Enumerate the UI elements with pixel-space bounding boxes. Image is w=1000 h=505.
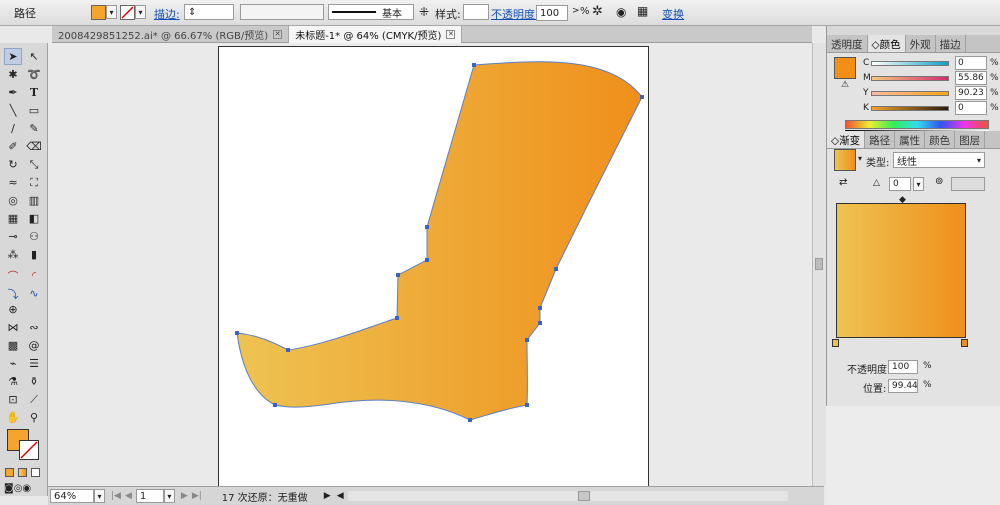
k-value[interactable]: 0 — [955, 101, 987, 115]
angle-dropdown[interactable]: ▾ — [913, 177, 924, 191]
c-slider[interactable] — [871, 60, 949, 66]
aspect-field[interactable] — [951, 177, 985, 191]
aspect-icon: ⊚ — [935, 176, 944, 187]
gradient-preview-swatch[interactable] — [834, 149, 856, 171]
zoom-field[interactable]: 64% — [50, 489, 94, 503]
location-field[interactable]: 99.44 — [888, 379, 918, 393]
location-label: 位置: — [863, 384, 887, 395]
channel-k: K 0 % — [863, 101, 999, 115]
tab-appearance[interactable]: 外观 — [906, 35, 936, 52]
page-field[interactable]: 1 — [135, 489, 164, 503]
scroll-left-icon[interactable]: ◀ — [337, 491, 344, 501]
scroll-thumb[interactable] — [815, 258, 823, 270]
gradient-panel-tabs: ◇渐变 路径 属性 颜色 图层 — [827, 131, 1000, 149]
channel-c: C 0 % — [863, 56, 999, 70]
tab-attributes[interactable]: 属性 — [895, 131, 926, 148]
reverse-gradient-icon[interactable]: ⇄ — [839, 177, 847, 188]
angle-field[interactable]: 0 — [889, 177, 911, 191]
tab-gradient[interactable]: ◇渐变 — [827, 131, 866, 148]
empty-panel-area — [826, 406, 1000, 505]
undo-status: 17 次还原：无重做 — [221, 492, 308, 504]
tab-color[interactable]: ◇颜色 — [867, 35, 906, 52]
opacity-percent: % — [923, 361, 932, 371]
color-spectrum-bar[interactable] — [845, 120, 989, 129]
prev-page-icon[interactable]: ◀ — [125, 491, 132, 501]
status-bar: 64% ▾ |◀ ◀ 1 ▾ ▶ ▶| 17 次还原：无重做 ▶ ◀ — [48, 486, 824, 505]
y-value[interactable]: 90.23 — [955, 86, 987, 100]
next-page-icon[interactable]: ▶ — [181, 491, 188, 501]
m-slider[interactable] — [871, 75, 949, 81]
first-page-icon[interactable]: |◀ — [111, 491, 121, 501]
last-page-icon[interactable]: ▶| — [192, 491, 202, 501]
zoom-dropdown[interactable]: ▾ — [94, 489, 105, 503]
end-stop-icon[interactable] — [961, 339, 968, 347]
chevron-down-icon: ▾ — [976, 155, 981, 165]
tab-layers[interactable]: 图层 — [955, 131, 986, 148]
start-stop-icon[interactable] — [832, 339, 839, 347]
tab-color-2[interactable]: 颜色 — [925, 131, 956, 148]
gradient-opacity-field[interactable]: 100 — [888, 360, 918, 374]
current-color-swatch[interactable] — [834, 57, 856, 79]
scroll-thumb[interactable] — [577, 491, 590, 501]
color-panel-tabs: 透明度 ◇颜色 外观 描边 — [827, 35, 1000, 53]
c-value[interactable]: 0 — [955, 56, 987, 70]
warning-icon[interactable]: ⚠ — [841, 80, 849, 90]
gradient-swatch-dropdown[interactable]: ▾ — [858, 154, 862, 163]
type-select[interactable]: 线性 ▾ — [893, 152, 985, 168]
location-percent: % — [923, 380, 932, 390]
right-panels: 透明度 ◇颜色 外观 描边 ⚠ C 0 % M 55.86 % Y 90.23 … — [826, 26, 1000, 406]
channel-m: M 55.86 % — [863, 71, 999, 85]
y-slider[interactable] — [871, 90, 949, 96]
tab-pathfinder[interactable]: 路径 — [865, 131, 896, 148]
k-slider[interactable] — [871, 105, 949, 111]
opacity-label: 不透明度: — [847, 365, 891, 376]
gradient-ramp[interactable] — [836, 203, 966, 338]
status-menu-icon[interactable]: ▶ — [324, 491, 331, 501]
vertical-scrollbar[interactable] — [812, 43, 826, 486]
horizontal-scrollbar[interactable] — [347, 491, 788, 501]
type-label: 类型: — [866, 158, 890, 169]
page-dropdown[interactable]: ▾ — [163, 489, 175, 503]
m-value[interactable]: 55.86 — [955, 71, 987, 85]
angle-icon: △ — [873, 178, 880, 188]
tab-transparency[interactable]: 透明度 — [827, 35, 868, 52]
gradient-panel: ▾ 类型: 线性 ▾ ⇄ △ 0 ▾ ⊚ ◆ 不透明度: 100 % 位置: 9… — [827, 149, 1000, 406]
channel-y: Y 90.23 % — [863, 86, 999, 100]
tab-stroke[interactable]: 描边 — [936, 35, 966, 52]
